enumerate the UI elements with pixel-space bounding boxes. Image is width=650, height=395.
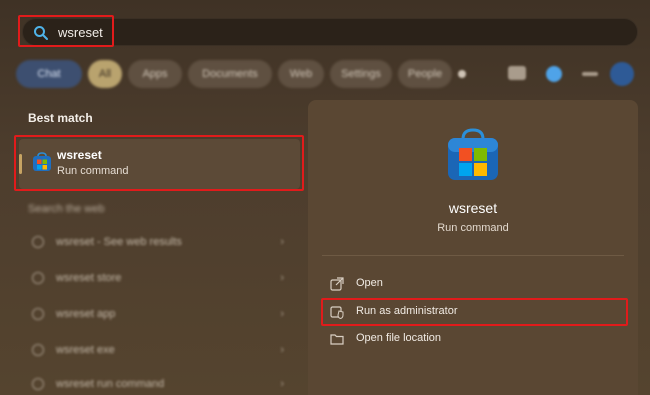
- wifi-icon[interactable]: [508, 66, 526, 80]
- web-suggestion-item[interactable]: wsreset - See web results ›: [20, 232, 300, 254]
- search-icon: [32, 272, 44, 284]
- profile-avatar[interactable]: [610, 62, 634, 86]
- app-title: wsreset: [448, 200, 498, 216]
- store-app-icon: [448, 128, 498, 180]
- details-panel: wsreset Run command Open Run as administ…: [308, 100, 638, 395]
- chip-all[interactable]: All: [88, 60, 122, 88]
- web-suggestion-item[interactable]: wsreset run command ›: [20, 374, 300, 395]
- open-file-location-label: Open file location: [356, 332, 441, 344]
- open-action[interactable]: Open: [322, 273, 624, 295]
- search-highlight-box: [18, 15, 114, 47]
- open-label: Open: [356, 277, 383, 289]
- chip-documents[interactable]: Documents: [188, 60, 272, 88]
- web-suggestion-item[interactable]: wsreset exe ›: [20, 340, 300, 362]
- run-as-administrator-highlight-box: [321, 298, 628, 326]
- search-icon: [32, 344, 44, 356]
- open-icon: [330, 277, 344, 291]
- best-match-heading: Best match: [28, 111, 93, 125]
- filter-chips: Chat All Apps Documents Web Settings Peo…: [16, 60, 636, 88]
- search-icon: [32, 378, 44, 390]
- best-match-highlight-box: [14, 135, 304, 191]
- chevron-right-icon: ›: [280, 308, 284, 320]
- chevron-right-icon: ›: [280, 272, 284, 284]
- chip-people[interactable]: People: [398, 60, 452, 88]
- suggestion-label: wsreset store: [56, 272, 122, 284]
- search-web-heading: Search the web: [28, 203, 105, 215]
- chip-web[interactable]: Web: [278, 60, 324, 88]
- suggestion-label: wsreset run command: [56, 378, 165, 390]
- web-suggestion-item[interactable]: wsreset app ›: [20, 304, 300, 326]
- search-icon: [32, 308, 44, 320]
- chip-chat[interactable]: Chat: [16, 60, 82, 88]
- search-icon: [32, 236, 44, 248]
- divider: [322, 255, 624, 256]
- chevron-right-icon: ›: [280, 344, 284, 356]
- app-type: Run command: [437, 222, 509, 234]
- more-options-icon[interactable]: [582, 72, 598, 76]
- suggestion-label: wsreset app: [56, 308, 116, 320]
- folder-icon: [330, 334, 344, 345]
- chip-settings[interactable]: Settings: [330, 60, 392, 88]
- web-suggestion-item[interactable]: wsreset store ›: [20, 268, 300, 290]
- suggestion-label: wsreset - See web results: [56, 236, 182, 248]
- open-file-location-action[interactable]: Open file location: [322, 328, 624, 350]
- chip-apps[interactable]: Apps: [128, 60, 182, 88]
- suggestion-label: wsreset exe: [56, 344, 115, 356]
- points-icon[interactable]: [546, 66, 562, 82]
- more-filters-icon[interactable]: [458, 70, 466, 78]
- search-box[interactable]: wsreset: [22, 18, 638, 46]
- chevron-right-icon: ›: [280, 236, 284, 248]
- chevron-right-icon: ›: [280, 378, 284, 390]
